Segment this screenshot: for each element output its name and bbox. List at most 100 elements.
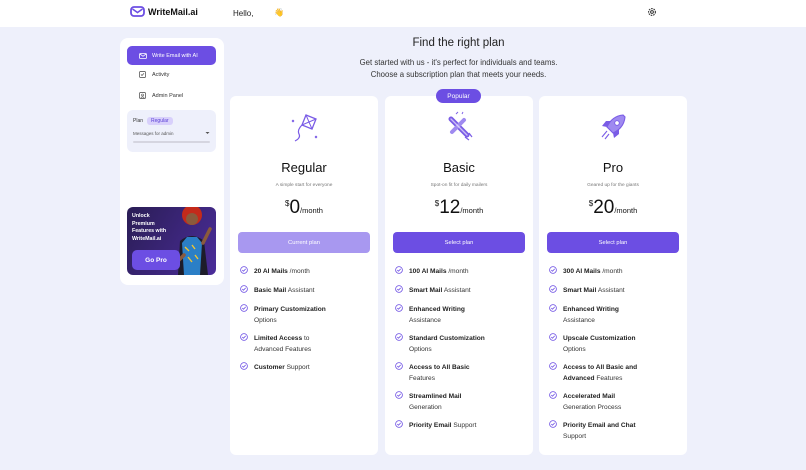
feature-bold: Customer: [254, 364, 285, 371]
feature-item: Priority Email Support: [395, 420, 525, 431]
select-plan-button[interactable]: Select plan: [393, 232, 525, 253]
check-circle-icon: [240, 304, 248, 312]
price-period: /month: [614, 206, 638, 215]
sidebar: Write Email with AI Activity Admin Panel…: [120, 38, 224, 285]
plan-name: Pro: [602, 160, 624, 175]
feature-bold: Streamlined Mail: [409, 393, 462, 400]
promo-card: Unlock Premium Features with WriteMail.a…: [127, 207, 216, 275]
sidebar-item-write-email[interactable]: Write Email with AI: [127, 46, 216, 65]
logo-text: WriteMail.ai: [148, 6, 198, 17]
sidebar-item-label: Admin Panel: [152, 92, 184, 99]
mail-icon: [139, 52, 147, 59]
popular-badge: Popular: [436, 89, 481, 103]
feature-item: Enhanced Writing Assistance: [549, 304, 679, 326]
feature-rest: Assistance: [409, 317, 441, 324]
feature-bold: Enhanced Writing: [563, 306, 619, 313]
kite-icon: [291, 114, 318, 142]
check-circle-icon: [240, 285, 248, 293]
feature-rest: Options: [409, 346, 432, 353]
feature-item: 300 AI Mails /month: [549, 266, 679, 277]
feature-item: 20 AI Mails /month: [240, 266, 370, 277]
price-amount: 12: [439, 197, 461, 218]
feature-bold: Smart Mail: [409, 287, 443, 294]
check-circle-icon: [549, 266, 557, 274]
logo[interactable]: WriteMail.ai: [130, 6, 198, 17]
price-period: /month: [300, 206, 323, 215]
price-period: /month: [460, 206, 484, 215]
top-bar: WriteMail.ai Hello, 👋: [0, 0, 806, 27]
price-currency: $: [588, 199, 594, 208]
feature-rest: Support: [284, 364, 310, 371]
feature-bold: Enhanced Writing: [409, 306, 465, 313]
sidebar-item-activity[interactable]: Activity: [139, 71, 169, 78]
check-circle-icon: [549, 420, 557, 428]
plan-name: Regular: [281, 160, 327, 175]
select-plan-button[interactable]: Select plan: [547, 232, 679, 253]
sidebar-item-label: Write Email with AI: [152, 52, 198, 59]
feature-bold: Access to All Basic: [409, 364, 470, 371]
feature-item: 100 AI Mails /month: [395, 266, 525, 277]
current-plan-button[interactable]: Current plan: [238, 232, 370, 253]
feature-bold: Limited Access: [254, 335, 303, 342]
plan-badge: Regular: [147, 117, 173, 125]
feature-bold: Primary Customization: [254, 306, 326, 313]
plan-name: Basic: [443, 160, 475, 175]
feature-rest: Features: [409, 375, 436, 382]
feature-rest: Support: [451, 422, 477, 429]
feature-item: Priority Email and Chat Support: [549, 420, 679, 442]
feature-rest: Options: [254, 317, 277, 324]
feature-bold: Upscale Customization: [563, 335, 636, 342]
plan-price: $0/month: [230, 197, 378, 219]
feature-item: Basic Mail Assistant: [240, 285, 370, 296]
plan-card-basic: Basic Spot-on fit for daily mailers $12/…: [385, 96, 533, 455]
feature-item: Limited Access to Advanced Features: [240, 333, 370, 355]
plan-tagline: A simple start for everyone: [275, 183, 333, 188]
feature-item: Accelerated Mail Generation Process: [549, 391, 679, 413]
check-circle-icon: [395, 333, 403, 341]
feature-rest: Options: [563, 346, 586, 353]
feature-bold: Priority Email: [409, 422, 452, 429]
check-circle-icon: [395, 362, 403, 370]
check-circle-icon: [395, 304, 403, 312]
feature-item: Access to All Basic and Advanced Feature…: [549, 362, 679, 384]
rocket-icon: [601, 114, 626, 140]
sidebar-item-admin-panel[interactable]: Admin Panel: [139, 92, 183, 99]
feature-item: Access to All Basic Features: [395, 362, 525, 384]
feature-item: Smart Mail Assistant: [549, 285, 679, 296]
feature-rest: /month: [446, 268, 469, 275]
go-pro-button[interactable]: Go Pro: [132, 250, 180, 270]
plan-card-pro: Pro Geared up for the giants $20/month S…: [539, 96, 687, 455]
feature-rest: Assistant: [442, 287, 471, 294]
feature-bold: 100 AI Mails: [409, 268, 447, 275]
feature-item: Primary Customization Options: [240, 304, 370, 326]
plan-usage-bar: [133, 141, 210, 143]
plan-box: Plan Regular Messages for admin: [127, 110, 216, 152]
gear-icon[interactable]: [647, 7, 657, 17]
admin-icon: [139, 92, 146, 99]
check-circle-icon: [549, 304, 557, 312]
airplane-icon: [448, 111, 473, 141]
sidebar-item-label: Activity: [152, 71, 170, 78]
feature-bold: Basic Mail: [254, 287, 287, 294]
page-title: Find the right plan: [412, 37, 505, 49]
check-circle-icon: [240, 362, 248, 370]
plan-card-regular: Regular A simple start for everyone $0/m…: [230, 96, 378, 455]
check-circle-icon: [395, 266, 403, 274]
feature-item: Upscale Customization Options: [549, 333, 679, 355]
feature-rest: Support: [563, 433, 587, 440]
plan-label: Plan: [133, 118, 144, 124]
check-circle-icon: [549, 362, 557, 370]
feature-bold: 300 AI Mails: [563, 268, 601, 275]
check-circle-icon: [395, 285, 403, 293]
check-circle-icon: [395, 420, 403, 428]
check-circle-icon: [549, 285, 557, 293]
feature-rest: Assistant: [596, 287, 625, 294]
price-amount: 0: [289, 197, 301, 218]
feature-rest: Generation: [409, 404, 442, 411]
feature-item: Customer Support: [240, 362, 370, 373]
plan-price: $12/month: [385, 197, 533, 219]
wave-icon: 👋: [274, 8, 284, 17]
feature-rest: Features: [594, 375, 623, 382]
plan-dropdown[interactable]: Messages for admin: [133, 131, 210, 136]
plan-price: $20/month: [539, 197, 687, 219]
